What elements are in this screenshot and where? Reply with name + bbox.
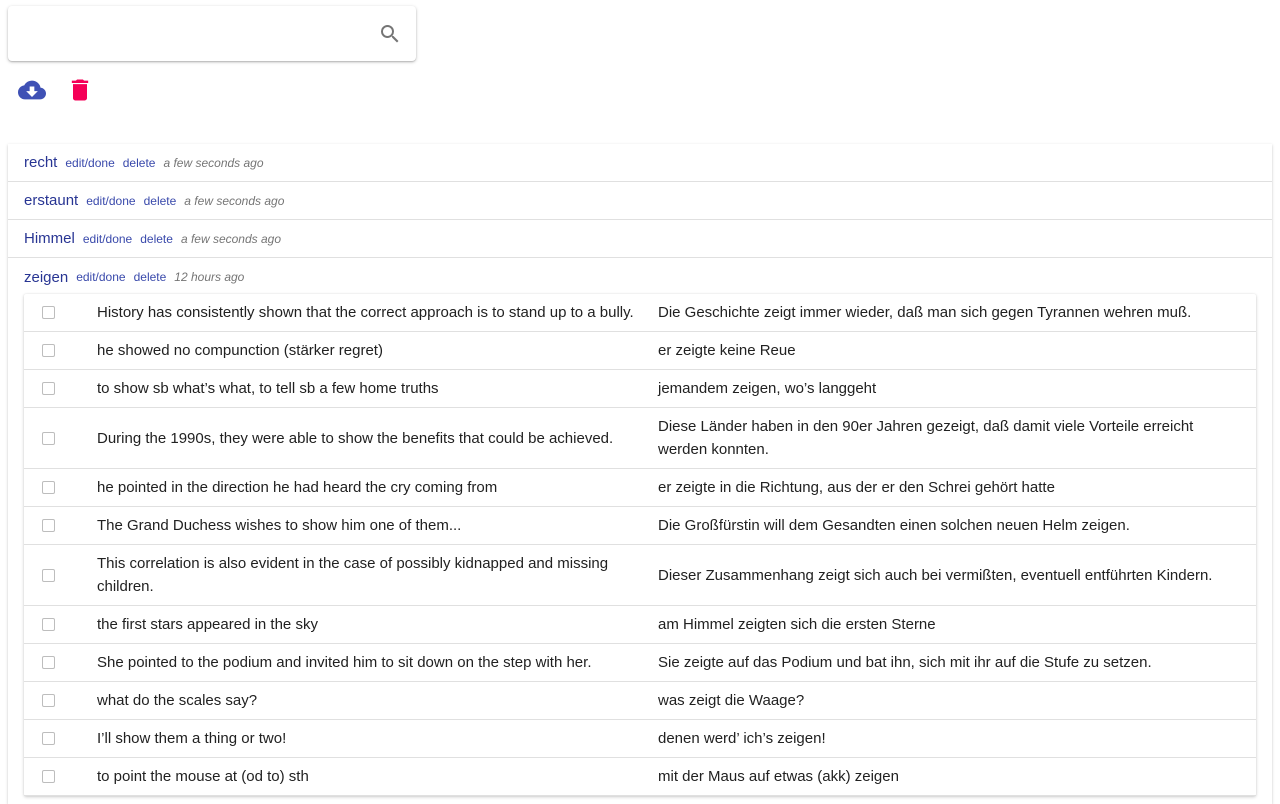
example-row: During the 1990s, they were able to show… [24, 408, 1256, 469]
german-text: Die Geschichte zeigt immer wieder, daß m… [658, 304, 1192, 321]
example-row: what do the scales say? was zeigt die Wa… [24, 682, 1256, 720]
timestamp: a few seconds ago [184, 193, 285, 208]
word-link[interactable]: zeigen [24, 269, 68, 286]
example-checkbox[interactable] [42, 344, 55, 357]
word-row: erstaunt edit/done delete a few seconds … [8, 182, 1272, 220]
english-text: During the 1990s, they were able to show… [97, 429, 614, 447]
english-text: the first stars appeared in the sky [97, 616, 318, 633]
example-row: The Grand Duchess wishes to show him one… [24, 507, 1256, 545]
example-row: to point the mouse at (od to) sth mit de… [24, 758, 1256, 796]
timestamp: a few seconds ago [180, 231, 282, 246]
word-row: recht edit/done delete a few seconds ago [8, 144, 1272, 182]
word-row: Himmel edit/done delete a few seconds ag… [8, 220, 1272, 258]
trash-icon [71, 79, 89, 101]
example-row: he pointed in the direction he had heard… [24, 469, 1256, 507]
edit-link[interactable]: edit/done [86, 194, 135, 208]
german-text: Die Großfürstin will dem Gesandten einen… [658, 517, 1130, 534]
search-button[interactable] [376, 20, 404, 48]
examples-table: History has consistently shown that the … [24, 294, 1256, 796]
english-text: She pointed to the podium and invited hi… [97, 654, 592, 671]
edit-link[interactable]: edit/done [76, 270, 125, 284]
german-text: Dieser Zusammenhang zeigt sich auch bei … [658, 566, 1213, 584]
search-icon [381, 25, 399, 43]
example-row: to show sb what’s what, to tell sb a few… [24, 370, 1256, 408]
timestamp: 12 hours ago [174, 270, 245, 284]
english-text: The Grand Duchess wishes to show him one… [97, 517, 462, 534]
example-checkbox[interactable] [42, 618, 55, 631]
german-text: Sie zeigte auf das Podium und bat ihn, s… [658, 654, 1152, 671]
german-text: jemandem zeigen, wo’s langgeht [658, 380, 877, 397]
example-checkbox[interactable] [42, 694, 55, 707]
german-text: denen werd’ ich’s zeigen! [658, 730, 826, 747]
english-text: he showed no compunction (stärker regret… [97, 342, 383, 359]
example-checkbox[interactable] [42, 481, 55, 494]
german-text: mit der Maus auf etwas (akk) zeigen [658, 768, 899, 785]
example-checkbox[interactable] [42, 732, 55, 745]
example-checkbox[interactable] [42, 306, 55, 319]
english-text: to point the mouse at (od to) sth [97, 768, 309, 785]
example-row: She pointed to the podium and invited hi… [24, 644, 1256, 682]
word-link[interactable]: recht [24, 154, 57, 171]
search-input[interactable] [22, 18, 362, 48]
timestamp: a few seconds ago [163, 155, 264, 170]
example-row: History has consistently shown that the … [24, 294, 1256, 332]
example-checkbox[interactable] [42, 382, 55, 395]
english-text: This correlation is also evident in the … [97, 555, 609, 595]
example-row: the first stars appeared in the sky am H… [24, 606, 1256, 644]
edit-link[interactable]: edit/done [83, 232, 132, 246]
example-checkbox[interactable] [42, 519, 55, 532]
search-card [8, 6, 416, 61]
english-text: he pointed in the direction he had heard… [97, 479, 498, 496]
edit-link[interactable]: edit/done [65, 156, 114, 170]
delete-link[interactable]: delete [123, 156, 156, 170]
german-text: er zeigte in die Richtung, aus der er de… [658, 479, 1055, 496]
delete-all-button[interactable] [66, 76, 94, 104]
example-row: This correlation is also evident in the … [24, 545, 1256, 606]
delete-link[interactable]: delete [144, 194, 177, 208]
example-row: he showed no compunction (stärker regret… [24, 332, 1256, 370]
example-checkbox[interactable] [42, 431, 55, 445]
word-link[interactable]: erstaunt [24, 192, 78, 209]
word-list: recht edit/done delete a few seconds ago… [8, 144, 1272, 804]
german-text: am Himmel zeigten sich die ersten Sterne [658, 616, 936, 633]
german-text: was zeigt die Waage? [658, 692, 805, 709]
german-text: Diese Länder haben in den 90er Jahren ge… [658, 418, 1194, 458]
cloud-download-icon [18, 80, 46, 100]
word-row-expanded: zeigen edit/done delete 12 hours ago [8, 258, 1272, 294]
delete-link[interactable]: delete [134, 270, 167, 284]
english-text: I’ll show them a thing or two! [97, 730, 287, 747]
example-row: I’ll show them a thing or two! denen wer… [24, 720, 1256, 758]
english-text: what do the scales say? [97, 692, 258, 709]
english-text: History has consistently shown that the … [97, 304, 634, 321]
german-text: er zeigte keine Reue [658, 342, 796, 359]
example-checkbox[interactable] [42, 568, 55, 582]
example-checkbox[interactable] [42, 770, 55, 783]
example-checkbox[interactable] [42, 656, 55, 669]
word-link[interactable]: Himmel [24, 230, 75, 247]
download-button[interactable] [18, 76, 46, 104]
english-text: to show sb what’s what, to tell sb a few… [97, 380, 439, 397]
delete-link[interactable]: delete [140, 232, 173, 246]
